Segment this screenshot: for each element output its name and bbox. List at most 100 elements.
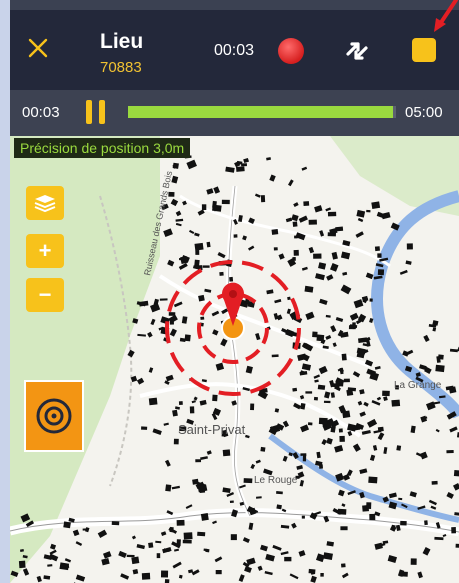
building [183,532,193,540]
page-subtitle: 70883 [100,59,142,76]
building [276,504,282,510]
building [219,271,224,276]
building [305,391,313,394]
close-icon[interactable] [28,38,48,58]
building [318,417,328,425]
building [366,209,371,213]
zoom-in-button[interactable]: + [26,234,64,268]
zoom-out-icon: − [38,282,52,307]
building [343,378,350,383]
building [195,459,202,463]
building [212,204,222,212]
building [391,399,401,407]
layers-button[interactable] [26,186,64,220]
swap-icon[interactable] [342,36,372,66]
building [176,539,181,546]
pause-icon[interactable] [86,100,106,124]
map-view[interactable]: Ruisseau des Grands Bois Saint-Privat Le… [10,136,459,583]
building [284,556,292,562]
building [374,246,380,252]
building [340,526,348,531]
building [406,243,413,250]
building [156,553,161,559]
building [434,536,444,541]
zoom-in-icon: + [38,238,52,263]
building [222,449,231,457]
building [206,241,211,248]
map-label-saint-privat: Saint-Privat [178,422,246,437]
building [271,354,279,358]
building [320,573,324,577]
total-duration: 05:00 [405,104,443,121]
building [313,253,322,259]
annotation-arrow-icon [434,0,458,32]
building [131,556,140,565]
building [410,558,417,565]
record-icon[interactable] [278,38,304,64]
building [455,543,459,548]
building [369,513,376,521]
building [164,579,170,583]
map-label-la-grange: La Grange [394,380,442,391]
building [172,409,178,417]
building [453,470,459,477]
zoom-out-button[interactable]: − [26,278,64,312]
building [292,387,298,392]
stop-icon[interactable] [412,38,436,62]
building [396,445,402,451]
building [312,331,318,338]
building [366,502,372,509]
building [304,285,314,293]
building [229,276,234,282]
building [292,221,298,227]
building [236,166,245,172]
building [233,234,238,238]
recenter-button[interactable] [24,380,84,452]
building [160,570,169,578]
building [431,480,438,485]
position-precision: Précision de position 3,0m [14,138,191,158]
building [293,249,299,256]
building [368,476,378,484]
building [155,540,162,544]
building [316,334,325,342]
building [126,554,135,558]
building [18,560,26,569]
record-timer: 00:03 [214,42,255,59]
building [198,294,205,302]
building [194,242,204,251]
building [241,163,247,167]
building [221,199,230,205]
building [371,201,381,210]
building [212,394,218,402]
building [451,527,457,534]
building [435,364,445,373]
building [327,211,337,217]
building [182,539,192,544]
building [313,396,318,401]
building [400,520,407,526]
building [200,316,205,320]
progress-bar[interactable] [128,106,396,118]
building [341,563,346,568]
progress-fill [128,106,394,118]
building [200,513,209,521]
building [337,508,347,515]
building [215,570,222,575]
building [168,312,176,316]
building [229,500,234,503]
top-bar: Lieu 70883 00:03 [10,0,459,90]
building [303,201,310,206]
building [141,426,148,430]
building [271,229,279,235]
building [165,548,170,551]
building [148,542,154,549]
building [341,353,347,361]
building [382,390,390,397]
building [307,422,313,426]
building [63,521,71,529]
map-label-le-rouge: Le Rouge [254,475,298,486]
building [424,520,428,526]
building [195,250,200,255]
building [159,298,168,301]
